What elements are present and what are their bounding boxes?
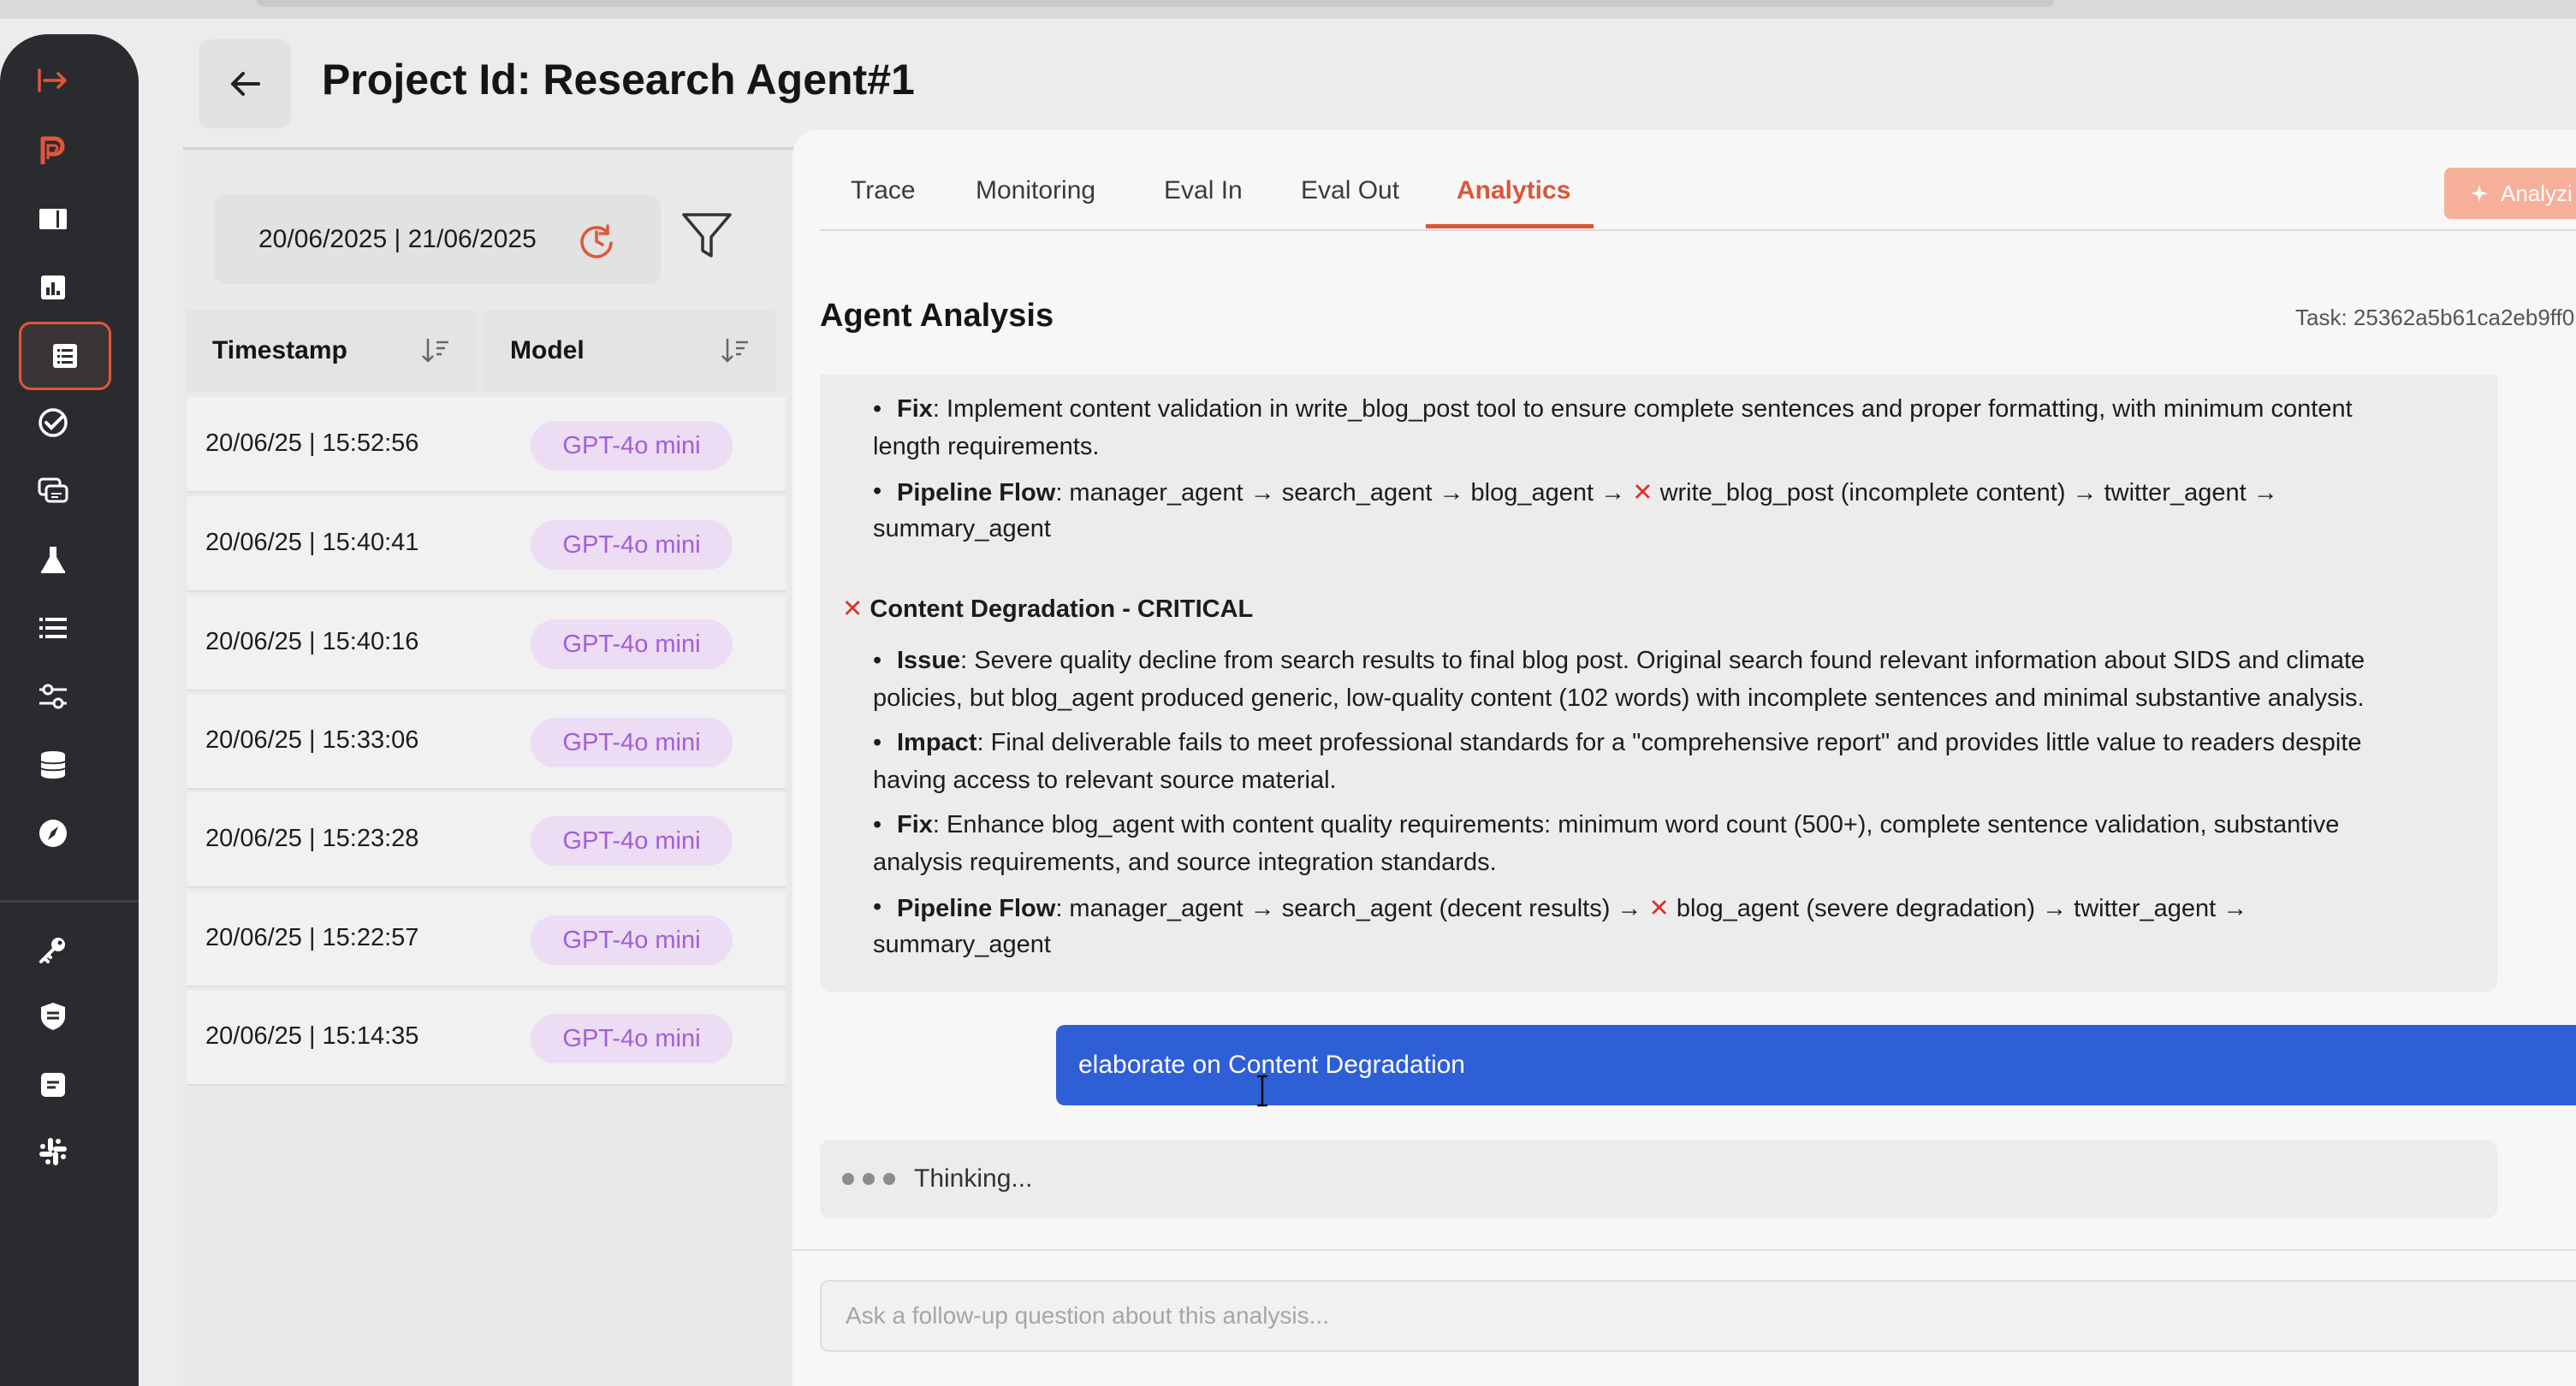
composer-divider [792,1249,2576,1251]
loading-dot-icon [883,1173,895,1185]
slack-icon[interactable] [31,1129,75,1174]
chat-icon[interactable] [31,469,75,513]
list-icon[interactable] [31,606,75,650]
flask-icon[interactable] [31,537,75,582]
pipeline-flow-line: Pipeline Flow: manager_agent → search_ag… [897,895,2248,922]
analysis-title: Agent Analysis [820,298,1054,334]
model-badge: GPT-4o mini [531,718,733,767]
tab-eval-out[interactable]: Eval Out [1301,176,1399,205]
active-tab-indicator [1426,224,1594,228]
shield-icon[interactable] [31,994,75,1039]
thinking-label: Thinking... [914,1164,1033,1193]
clock-icon [580,224,613,258]
model-badge: GPT-4o mini [531,421,733,471]
cross-icon: ✕ [1648,895,1670,922]
arrow-left-icon [231,72,260,96]
check-circle-icon[interactable] [31,400,75,445]
sliders-icon[interactable] [31,674,75,719]
impact-line-cont: having access to relevant source materia… [873,767,1337,794]
timestamp-cell: 20/06/25 | 15:22:57 [205,924,419,951]
model-badge: GPT-4o mini [531,619,733,669]
analysis-content: • Fix: Implement content validation in w… [820,375,2497,992]
follow-up-input[interactable] [820,1280,2576,1352]
timestamp-cell: 20/06/25 | 15:40:41 [205,529,419,556]
cross-icon: ✕ [842,595,864,623]
model-badge: GPT-4o mini [531,915,733,965]
tab-analytics[interactable]: Analytics [1457,176,1570,205]
document-icon[interactable] [31,1063,75,1107]
date-range-value: 20/06/2025 | 21/06/2025 [258,225,537,253]
bar-chart-icon[interactable] [31,265,75,310]
sidebar [0,34,139,1386]
sidebar-divider [0,900,139,903]
thinking-indicator: Thinking... [820,1140,2497,1218]
layout-icon[interactable] [31,197,75,241]
key-icon[interactable] [31,927,75,972]
table-row[interactable]: 20/06/25 | 15:40:41 GPT-4o mini [187,496,786,592]
bullet: • [873,729,882,756]
model-badge: GPT-4o mini [531,520,733,570]
timestamp-cell: 20/06/25 | 15:52:56 [205,429,419,457]
filter-icon [682,213,732,258]
tab-trace[interactable]: Trace [851,176,916,205]
analyze-button[interactable]: Analyzi [2444,168,2576,219]
filter-button[interactable] [676,204,738,265]
text-cursor-icon [1257,1075,1267,1107]
timestamp-cell: 20/06/25 | 15:33:06 [205,726,419,754]
back-button[interactable] [199,39,291,128]
date-range-picker[interactable]: 20/06/2025 | 21/06/2025 [214,195,661,284]
bullet: • [873,811,882,838]
bullet: • [873,477,882,505]
sort-icon[interactable] [419,335,450,366]
table-row[interactable]: 20/06/25 | 15:33:06 GPT-4o mini [187,694,786,790]
bullet: • [873,647,882,674]
page-title: Project Id: Research Agent#1 [322,56,915,104]
cross-icon: ✕ [1632,479,1653,506]
task-id: Task: 25362a5b61ca2eb9ff0 [2295,305,2575,330]
fix-line: Fix: Implement content validation in wri… [897,395,2353,423]
table-row[interactable]: 20/06/25 | 15:52:56 GPT-4o mini [187,397,786,493]
model-badge: GPT-4o mini [531,816,733,866]
fix-line-cont: analysis requirements, and source integr… [873,849,1497,876]
fix-line: Fix: Enhance blog_agent with content qua… [897,811,2340,838]
table-row[interactable]: 20/06/25 | 15:22:57 GPT-4o mini [187,891,786,987]
model-badge: GPT-4o mini [531,1014,733,1063]
browser-tab-strip [257,0,2054,7]
issue-line: Issue: Severe quality decline from searc… [897,647,2365,674]
sparkle-icon [2471,185,2488,202]
table-row[interactable]: 20/06/25 | 15:14:35 GPT-4o mini [187,990,786,1086]
loading-dot-icon [842,1173,854,1185]
pipeline-flow-line-cont: summary_agent [873,931,1051,958]
browser-top-bar [0,0,2576,19]
tab-monitoring[interactable]: Monitoring [976,176,1095,205]
sort-icon[interactable] [719,335,750,366]
timestamp-cell: 20/06/25 | 15:23:28 [205,825,419,852]
issue-line-cont: policies, but blog_agent produced generi… [873,684,2365,712]
compass-icon[interactable] [31,811,75,856]
timestamp-cell: 20/06/25 | 15:40:16 [205,628,419,655]
logo-icon [31,128,75,173]
critical-heading: ✕ Content Degradation - CRITICAL [842,595,1254,623]
column-header-model[interactable]: Model [484,310,775,392]
impact-line: Impact: Final deliverable fails to meet … [897,729,2362,756]
column-header-timestamp[interactable]: Timestamp [187,310,476,392]
loading-dot-icon [863,1173,875,1185]
bullet: • [873,395,882,423]
tabs-divider [820,229,2576,231]
user-message-bubble: elaborate on Content Degradation [1056,1025,2576,1105]
database-icon[interactable] [31,743,75,787]
traces-list-icon[interactable] [19,322,111,390]
pipeline-flow-line: Pipeline Flow: manager_agent → search_ag… [897,479,2278,506]
table-row[interactable]: 20/06/25 | 15:40:16 GPT-4o mini [187,595,786,691]
timestamp-cell: 20/06/25 | 15:14:35 [205,1022,419,1050]
bullet: • [873,893,882,921]
tab-eval-in[interactable]: Eval In [1164,176,1243,205]
pipeline-flow-line-cont: summary_agent [873,515,1051,542]
expand-sidebar-icon[interactable] [31,58,75,103]
table-row[interactable]: 20/06/25 | 15:23:28 GPT-4o mini [187,792,786,888]
fix-line-cont: length requirements. [873,433,1100,460]
